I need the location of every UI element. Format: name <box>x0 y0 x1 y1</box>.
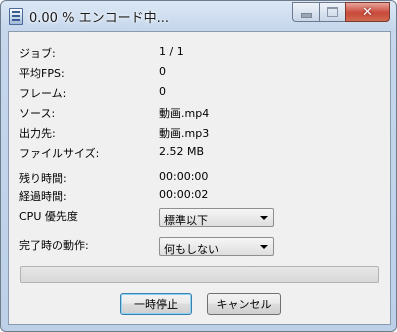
encode-progress-bar <box>20 266 379 283</box>
dialog-body: ジョブ: 1 / 1 平均FPS: 0 フレーム: 0 ソース: 動画.mp4 … <box>8 31 391 325</box>
job-label: ジョブ: <box>19 47 56 60</box>
cpu-priority-selected: 標準以下 <box>164 214 208 227</box>
frames-value: 0 <box>159 85 166 98</box>
caption-buttons: ✕ <box>292 2 390 22</box>
minimize-button[interactable] <box>292 2 319 22</box>
output-value: 動画.mp3 <box>159 127 210 140</box>
completion-action-selected: 何もしない <box>164 243 219 256</box>
output-label: 出力先: <box>19 127 56 140</box>
cpu-priority-select[interactable]: 標準以下 <box>159 208 274 227</box>
cancel-button[interactable]: キャンセル <box>207 293 281 315</box>
maximize-button[interactable] <box>319 2 345 22</box>
fps-value: 0 <box>159 65 166 78</box>
chevron-down-icon <box>260 245 268 249</box>
maximize-icon <box>327 7 338 17</box>
minimize-icon <box>300 12 312 18</box>
frames-label: フレーム: <box>19 87 67 100</box>
filesize-value: 2.52 MB <box>159 145 205 158</box>
completion-action-label: 完了時の動作: <box>19 239 89 252</box>
close-icon: ✕ <box>362 4 373 20</box>
filesize-label: ファイルサイズ: <box>19 147 100 160</box>
title-bar[interactable]: 0.00 % エンコード中... ✕ <box>1 1 396 31</box>
remaining-time-value: 00:00:00 <box>159 170 209 183</box>
completion-action-select[interactable]: 何もしない <box>159 237 274 256</box>
source-label: ソース: <box>19 107 56 120</box>
window-title: 0.00 % エンコード中... <box>29 11 169 26</box>
cpu-priority-label: CPU 優先度 <box>19 210 78 223</box>
fps-label: 平均FPS: <box>19 67 65 80</box>
pause-button[interactable]: 一時停止 <box>120 293 192 315</box>
job-value: 1 / 1 <box>159 45 184 58</box>
elapsed-time-value: 00:00:02 <box>159 188 209 201</box>
source-value: 動画.mp4 <box>159 107 210 120</box>
encode-progress-window: 0.00 % エンコード中... ✕ ジョブ: 1 / 1 平均FPS: 0 フ… <box>0 0 397 332</box>
close-button[interactable]: ✕ <box>345 2 390 22</box>
chevron-down-icon <box>260 216 268 220</box>
remaining-time-label: 残り時間: <box>19 172 67 185</box>
elapsed-time-label: 経過時間: <box>19 190 67 203</box>
film-icon <box>9 8 23 25</box>
